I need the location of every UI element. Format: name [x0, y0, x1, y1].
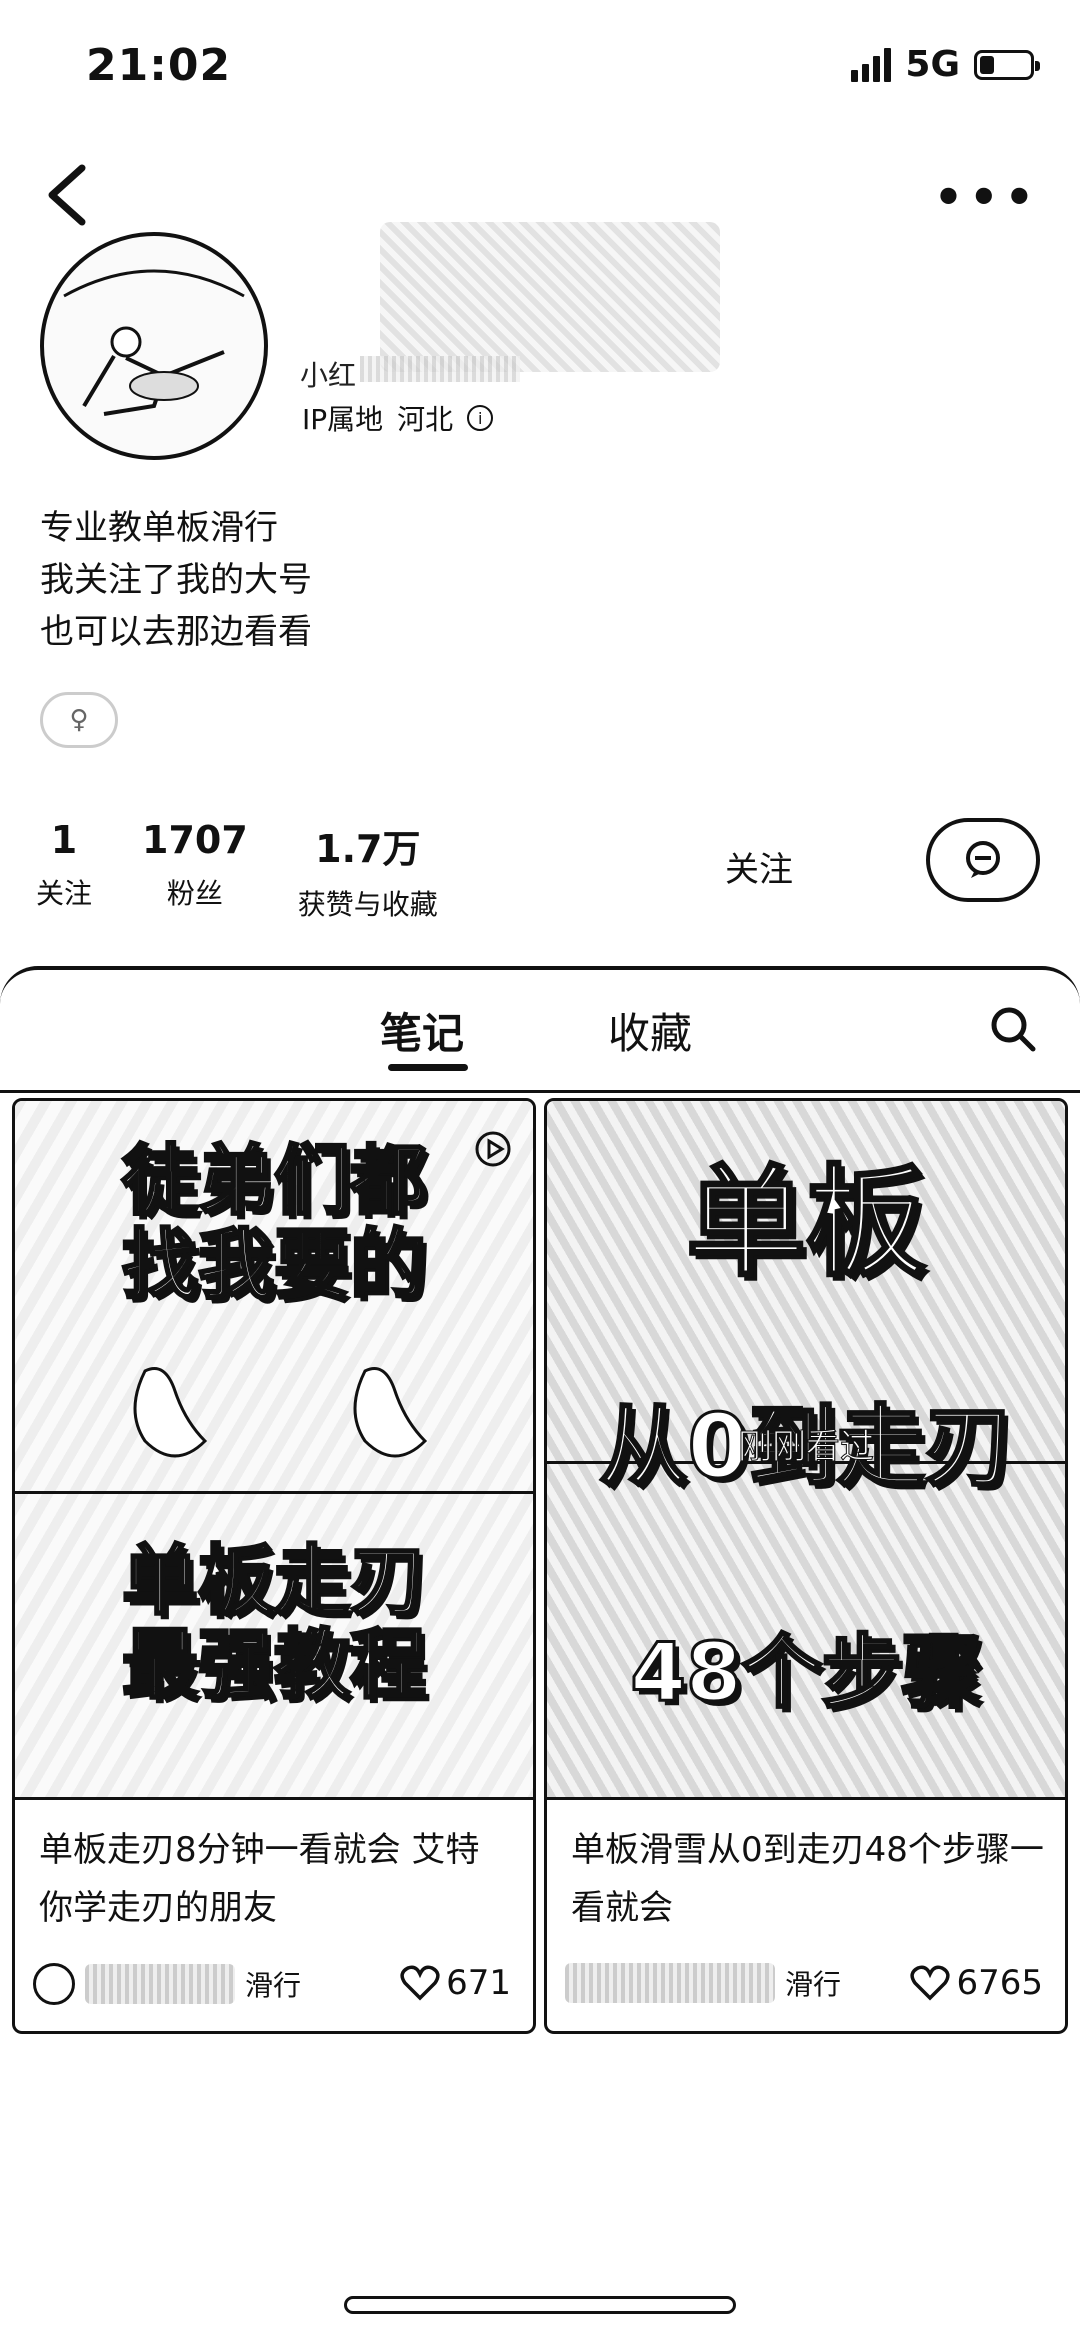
- stat-label: 获赞与收藏: [297, 888, 438, 921]
- stat-label: 关注: [36, 877, 93, 910]
- cover-text: 48个步骤: [629, 1626, 983, 1719]
- network-type: 5G: [905, 44, 960, 85]
- stat-value: 1.7万: [315, 827, 421, 871]
- note-card[interactable]: 单板 从0到走刃 刚刚看过 48个步骤 单板滑雪从0到走刃48个步骤一看就会 滑…: [544, 1098, 1068, 2034]
- more-options-icon[interactable]: •••: [934, 170, 1040, 224]
- tab-active-indicator: [388, 1064, 468, 1071]
- author-name: 滑行: [785, 1968, 842, 2001]
- note-cover[interactable]: 徒弟们都 找我要的 单板走刃 最强教程: [15, 1101, 533, 1800]
- author-name-redacted: [565, 1963, 775, 2003]
- note-author[interactable]: 滑行: [565, 1963, 841, 2003]
- cover-divider: [15, 1491, 533, 1494]
- duck-illustration: [133, 1367, 428, 1458]
- nickname-blurred: [380, 222, 720, 372]
- stat-value: 1: [50, 818, 78, 862]
- status-time: 21:02: [86, 40, 232, 91]
- home-indicator[interactable]: [344, 2296, 736, 2314]
- cover-text: 单板走刃: [121, 1536, 428, 1625]
- note-title[interactable]: 单板滑雪从0到走刃48个步骤一看就会: [571, 1821, 1045, 1937]
- ip-label: IP属地: [302, 403, 384, 436]
- stat-likes-collects[interactable]: 1.7万 获赞与收藏: [298, 818, 438, 923]
- stats-row: 1 关注 1707 粉丝 1.7万 获赞与收藏: [36, 818, 438, 923]
- author-avatar: [33, 1963, 75, 2005]
- back-icon[interactable]: [40, 160, 96, 230]
- cover-text: 徒弟们都: [121, 1136, 428, 1225]
- bio: 专业教单板滑行 我关注了我的大号 也可以去那边看看: [40, 502, 312, 658]
- cover-text: 找我要的: [121, 1220, 428, 1309]
- gender-icon: ♀: [40, 692, 118, 748]
- like-value: 671: [446, 1963, 511, 2003]
- nickname: 小红: [300, 359, 357, 392]
- ip-location: IP属地 河北 i: [302, 398, 494, 438]
- avatar[interactable]: [40, 232, 268, 460]
- stat-value: 1707: [142, 818, 248, 862]
- tab-collections[interactable]: 收藏: [608, 1000, 692, 1061]
- note-card[interactable]: 徒弟们都 找我要的 单板走刃 最强教程 单板走刃8分钟一看就会 艾特你学走刃的朋…: [12, 1098, 536, 2034]
- recently-viewed-badge: 刚刚看过: [738, 1427, 875, 1468]
- like-count[interactable]: 671: [400, 1963, 511, 2003]
- message-button[interactable]: [926, 818, 1040, 902]
- like-value: 6765: [956, 1963, 1043, 2003]
- search-icon[interactable]: [988, 1004, 1038, 1054]
- note-cover[interactable]: 单板 从0到走刃 刚刚看过 48个步骤: [547, 1101, 1065, 1800]
- stat-followers[interactable]: 1707 粉丝: [142, 818, 248, 923]
- note-title[interactable]: 单板走刃8分钟一看就会 艾特你学走刃的朋友: [39, 1821, 513, 1937]
- like-count[interactable]: 6765: [910, 1963, 1043, 2003]
- chat-icon: [966, 841, 1000, 878]
- battery-icon: [974, 49, 1040, 80]
- signal-icon: [851, 47, 892, 82]
- note-author[interactable]: 滑行: [33, 1963, 301, 2005]
- bio-line: 也可以去那边看看: [40, 612, 312, 652]
- status-icons: 5G: [851, 44, 1040, 85]
- stat-following[interactable]: 1 关注: [36, 818, 92, 923]
- author-name-redacted: [85, 1964, 235, 2004]
- info-icon[interactable]: i: [467, 405, 494, 431]
- cover-text: 单板: [685, 1154, 928, 1293]
- heart-icon: [910, 1965, 951, 2001]
- nickname-redacted: [360, 356, 520, 382]
- cover-text: 最强教程: [121, 1620, 428, 1709]
- stat-label: 粉丝: [166, 877, 223, 910]
- heart-icon: [400, 1965, 440, 2001]
- author-name: 滑行: [245, 1969, 302, 2002]
- bio-line: 我关注了我的大号: [40, 560, 312, 600]
- tab-notes[interactable]: 笔记: [380, 1000, 464, 1061]
- follow-button[interactable]: 关注: [664, 830, 854, 902]
- divider: [0, 1090, 1080, 1093]
- ip-value: 河北: [397, 403, 454, 436]
- bio-line: 专业教单板滑行: [40, 508, 278, 548]
